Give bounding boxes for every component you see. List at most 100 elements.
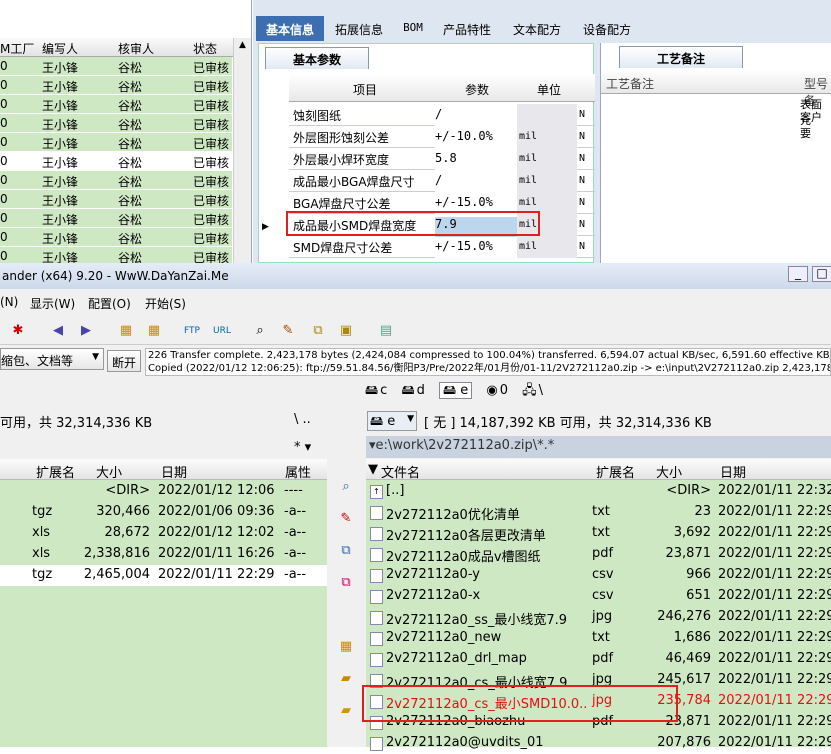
table-row[interactable]: 0 王小锋 谷松 已审核 <box>0 228 232 247</box>
drive-network[interactable]: \ <box>539 383 543 398</box>
url-icon[interactable]: URL <box>213 323 231 339</box>
list-item[interactable]: 2v272112a0-x csv 651 2022/01/11 22:29 <box>366 586 831 607</box>
unpack-archive-icon[interactable]: ▦ <box>146 323 162 339</box>
tab-bom[interactable]: BOM <box>393 16 433 41</box>
param-row[interactable]: 外层图形蚀刻公差 +/-10.0% mil N <box>289 126 595 149</box>
param-row[interactable]: 蚀刻图纸 / N <box>289 104 595 127</box>
list-item[interactable]: <DIR> 2022/01/12 12:06 ---- <box>0 481 327 502</box>
right-col-name[interactable]: 文件名 <box>381 462 420 481</box>
left-col-date[interactable]: 日期 <box>161 462 187 481</box>
table-row[interactable]: 0 王小锋 谷松 已审核 <box>0 247 232 263</box>
col-reviewer[interactable]: 核审人 <box>118 40 154 57</box>
audit-grid-rows: 0 王小锋 谷松 已审核 0 王小锋 谷松 已审核 0 王小锋 谷松 已审核 0 王小锋 谷松 已审核 0 王小锋… <box>0 57 232 263</box>
disconnect-button[interactable]: 断开 <box>107 350 141 372</box>
row-factory: 0 <box>0 154 8 168</box>
param-value[interactable]: 5.8 <box>435 151 517 171</box>
pack-icon[interactable]: ▦ <box>118 323 134 339</box>
drive-d-icon[interactable]: 🖴 <box>401 383 414 398</box>
table-row[interactable]: 0 王小锋 谷松 已审核 <box>0 152 232 171</box>
menu-item-config[interactable]: 配置(O) <box>88 295 131 312</box>
list-item[interactable]: 2v272112a0_drl_map pdf 46,469 2022/01/11 22… <box>366 649 831 670</box>
left-col-ext[interactable]: 扩展名 <box>36 462 75 481</box>
copy-icon[interactable]: ⧉ <box>338 543 354 559</box>
drive-e-button[interactable]: 🖴 e <box>438 382 473 399</box>
list-item[interactable]: 2v272112a0@uvdits_01 207,876 2022/01/11 22… <box>366 733 831 754</box>
param-row[interactable]: 成品最小BGA焊盘尺寸 / mil N <box>289 170 595 193</box>
param-value[interactable]: +/-15.0% <box>435 239 517 259</box>
tab-text-recipe[interactable]: 文本配方 <box>505 16 569 41</box>
param-row[interactable]: SMD焊盘尺寸公差 +/-15.0% mil N <box>289 236 595 259</box>
col-factory[interactable]: M工厂 <box>0 40 34 57</box>
col-status[interactable]: 状态 <box>193 40 217 57</box>
right-col-date[interactable]: 日期 <box>720 462 746 481</box>
param-row[interactable]: 外层最小焊环宽度 5.8 mil N <box>289 148 595 171</box>
drive-0[interactable]: 0 <box>500 383 508 398</box>
list-item[interactable]: 2v272112a0成品v槽图纸 pdf 23,871 2022/01/11 22:2… <box>366 544 831 565</box>
tab-product-features[interactable]: 产品特性 <box>435 16 499 41</box>
scroll-up-icon[interactable]: ▲ <box>234 40 251 50</box>
list-item[interactable]: 2v272112a0各层更改清单 txt 3,692 2022/01/11 22:29 <box>366 523 831 544</box>
audit-grid-scrollbar[interactable]: ▲ <box>233 38 251 263</box>
left-col-size[interactable]: 大小 <box>96 462 122 481</box>
table-row[interactable]: 0 王小锋 谷松 已审核 <box>0 95 232 114</box>
list-item[interactable]: ↑ [..] <DIR> 2022/01/11 22:32 <box>366 481 831 502</box>
table-row[interactable]: 0 王小锋 谷松 已审核 <box>0 114 232 133</box>
right-drive-select[interactable]: 🖴 e ▼ <box>367 411 417 431</box>
list-item[interactable]: 2v272112a0优化清单 txt 23 2022/01/11 22:29 <box>366 502 831 523</box>
list-item[interactable]: xls 2,338,816 2022/01/11 16:26 -a-- <box>0 544 327 565</box>
drive-d[interactable]: d <box>417 383 425 398</box>
minimize-icon[interactable]: _ <box>788 266 808 282</box>
network-icon[interactable]: 🖧 <box>522 383 537 398</box>
param-value[interactable]: / <box>435 107 517 127</box>
tab-basic-info[interactable]: 基本信息 <box>256 16 324 41</box>
pack-filter-dropdown[interactable]: 缩包、文档等 ▼ <box>0 348 104 370</box>
drive-c-icon[interactable]: 🖴 <box>365 383 378 398</box>
notepad-icon[interactable]: ▤ <box>378 323 394 339</box>
back-icon[interactable]: ◀ <box>50 323 66 339</box>
archive-icon[interactable]: ▦ <box>338 639 354 655</box>
menu-item-start[interactable]: 开始(S) <box>145 295 186 312</box>
table-row[interactable]: 0 王小锋 谷松 已审核 <box>0 76 232 95</box>
sync-icon[interactable]: ⧉ <box>310 323 326 339</box>
menu-item-view[interactable]: 显示(W) <box>30 295 75 312</box>
table-row[interactable]: 0 王小锋 谷松 已审核 <box>0 209 232 228</box>
maximize-icon[interactable]: □ <box>812 266 831 282</box>
list-item[interactable]: 2v272112a0-y csv 966 2022/01/11 22:29 <box>366 565 831 586</box>
tab-basic-params[interactable]: 基本参数 <box>265 47 369 69</box>
list-item[interactable]: tgz 320,466 2022/01/06 09:36 -a-- <box>0 502 327 523</box>
menu-item-n[interactable]: (N) <box>0 295 18 309</box>
forward-icon[interactable]: ▶ <box>78 323 94 339</box>
ftp-icon[interactable]: FTP <box>184 323 200 339</box>
search-icon[interactable]: ⌕ <box>252 323 268 339</box>
edit-icon[interactable]: ✎ <box>338 511 354 527</box>
move-icon[interactable]: ⧉ <box>338 575 354 591</box>
right-path-bar[interactable]: ▾e:\work\2v272112a0.zip\*.* <box>366 436 831 458</box>
param-value[interactable]: / <box>435 173 517 193</box>
tab-process-notes[interactable]: 工艺备注 <box>619 46 743 68</box>
left-root-buttons[interactable]: \ .. <box>294 412 311 427</box>
list-item[interactable]: tgz 2,465,004 2022/01/11 22:29 -a-- <box>0 565 327 586</box>
tab-extended-info[interactable]: 拓展信息 <box>327 16 391 41</box>
col-author[interactable]: 编写人 <box>42 40 78 57</box>
right-col-size[interactable]: 大小 <box>656 462 682 481</box>
unpack-icon[interactable]: ✱ <box>10 323 26 339</box>
drive-0-icon[interactable]: ◉ <box>486 383 497 398</box>
param-value[interactable]: +/-10.0% <box>435 129 517 149</box>
table-row[interactable]: 0 王小锋 谷松 已审核 <box>0 171 232 190</box>
rename-icon[interactable]: ✎ <box>280 323 296 339</box>
tab-equipment-recipe[interactable]: 设备配方 <box>575 16 639 41</box>
left-col-attr[interactable]: 属性 <box>285 462 311 481</box>
list-item[interactable]: xls 28,672 2022/01/12 12:02 -a-- <box>0 523 327 544</box>
list-item[interactable]: 2v272112a0_new txt 1,686 2022/01/11 22:29 <box>366 628 831 649</box>
folder-icon[interactable]: ▰ <box>338 703 354 719</box>
drive-c[interactable]: c <box>380 383 387 398</box>
table-row[interactable]: 0 王小锋 谷松 已审核 <box>0 190 232 209</box>
view-icon[interactable]: ⌕ <box>338 479 354 495</box>
table-row[interactable]: 0 王小锋 谷松 已审核 <box>0 133 232 152</box>
right-col-ext[interactable]: 扩展名 <box>596 462 635 481</box>
list-item[interactable]: 2v272112a0_ss_最小线宽7.9 jpg 246,276 2022/01/1… <box>366 607 831 628</box>
left-filter[interactable]: * ▾ <box>294 440 311 455</box>
compare-icon[interactable]: ▣ <box>338 323 354 339</box>
new-folder-icon[interactable]: ▰ <box>338 671 354 687</box>
table-row[interactable]: 0 王小锋 谷松 已审核 <box>0 57 232 76</box>
